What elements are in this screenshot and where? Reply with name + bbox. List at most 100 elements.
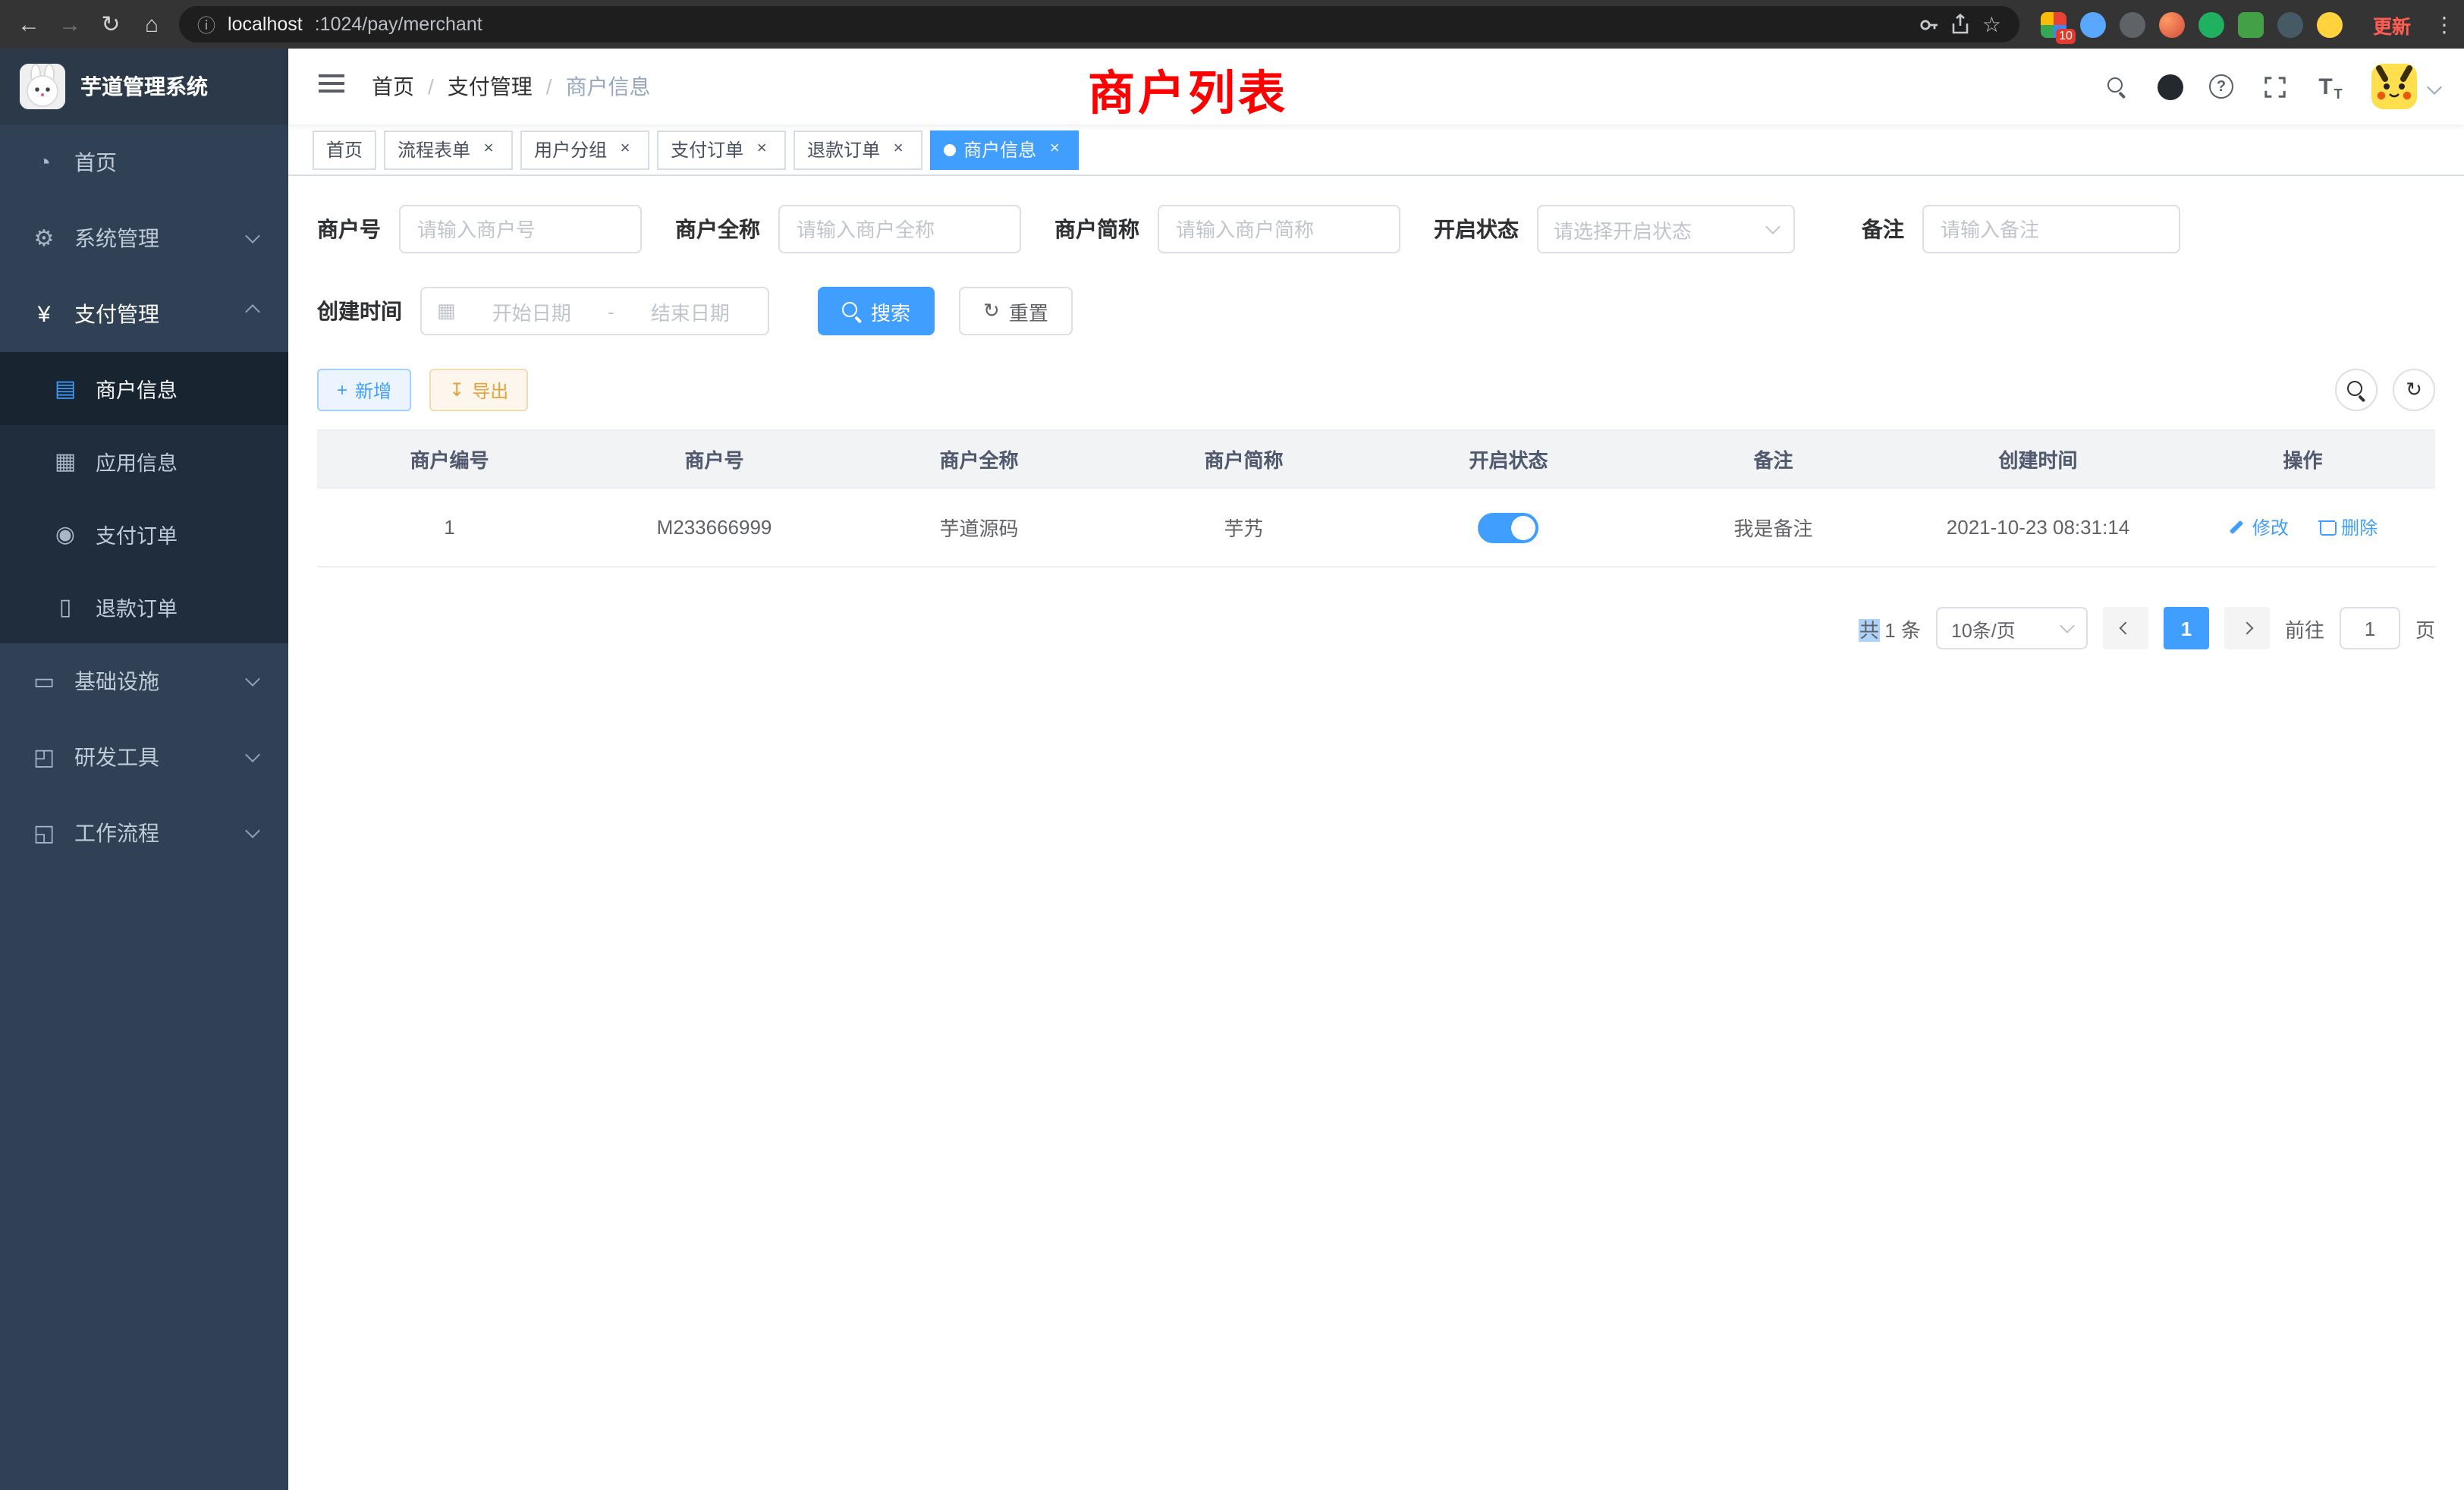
- chevron-right-icon: [2240, 622, 2253, 635]
- password-key-icon[interactable]: [1920, 14, 1940, 34]
- tab-close-icon[interactable]: ×: [478, 139, 499, 160]
- extension-icon[interactable]: [2080, 11, 2106, 37]
- fullscreen-icon[interactable]: [2259, 71, 2290, 102]
- add-button[interactable]: +新增: [317, 369, 411, 411]
- breadcrumb-item-pay[interactable]: 支付管理: [448, 71, 533, 102]
- home-icon[interactable]: ⌂: [138, 13, 165, 36]
- edit-link[interactable]: 修改: [2228, 515, 2289, 541]
- pagination-total: 共 1 条: [1859, 614, 1921, 643]
- sidebar-item-label: 基础设施: [74, 666, 159, 696]
- extension-icon[interactable]: [2120, 11, 2145, 37]
- bookmark-star-icon[interactable]: ☆: [1982, 14, 2001, 35]
- cell-id: 1: [317, 488, 582, 567]
- extension-icon[interactable]: [2159, 11, 2185, 37]
- font-size-glyph-small: T: [2334, 86, 2343, 102]
- extension-icon[interactable]: [2317, 11, 2343, 37]
- screen: ← → ↻ ⌂ ⓘ localhost:1024/pay/merchant ☆ …: [0, 0, 2464, 1490]
- tab-process-form[interactable]: 流程表单×: [384, 130, 513, 169]
- sidebar-item-dev-tools[interactable]: ◰ 研发工具: [0, 719, 288, 795]
- tab-close-icon[interactable]: ×: [614, 139, 636, 160]
- page-button-1[interactable]: 1: [2164, 607, 2209, 649]
- goto-page-input[interactable]: [2340, 607, 2400, 649]
- extension-icon[interactable]: [2238, 11, 2264, 37]
- sidebar-toggle[interactable]: [313, 69, 350, 104]
- col-header-create-time: 创建时间: [1906, 430, 2170, 488]
- filter-row-2: 创建时间 ▦ 开始日期 - 结束日期 搜索 ↻重置: [317, 287, 2435, 335]
- delete-link[interactable]: 删除: [2318, 514, 2378, 540]
- sidebar-subitem-refund-order[interactable]: ▯ 退款订单: [0, 571, 288, 643]
- chevron-down-icon: [245, 228, 260, 244]
- remark-input[interactable]: [1922, 205, 2180, 253]
- tab-refund-order[interactable]: 退款订单×: [794, 130, 922, 169]
- search-icon[interactable]: [2101, 71, 2132, 102]
- browser-menu-icon[interactable]: ⋮: [2434, 14, 2449, 35]
- back-icon[interactable]: ←: [15, 13, 42, 36]
- app-title: 芋道管理系统: [80, 71, 208, 102]
- app-logo[interactable]: 芋道管理系统: [0, 49, 288, 124]
- extension-icon[interactable]: [2198, 11, 2224, 37]
- breadcrumb-item-home[interactable]: 首页: [372, 71, 414, 102]
- tab-pay-order[interactable]: 支付订单×: [657, 130, 786, 169]
- sidebar-item-pay-mgmt[interactable]: ¥ 支付管理: [0, 276, 288, 352]
- help-icon[interactable]: ?: [2209, 74, 2233, 99]
- top-navbar: 首页 / 支付管理 / 商户信息 ? TT: [288, 49, 2464, 124]
- forward-icon[interactable]: →: [56, 13, 83, 36]
- date-range-picker[interactable]: ▦ 开始日期 - 结束日期: [420, 287, 769, 335]
- sidebar-item-home[interactable]: ◔ 首页: [0, 124, 288, 200]
- refresh-icon: ↻: [2406, 378, 2422, 402]
- sidebar-item-workflow[interactable]: ◱ 工作流程: [0, 795, 288, 871]
- chevron-down-icon: [1765, 219, 1780, 234]
- sidebar-subitem-pay-order[interactable]: ◉ 支付订单: [0, 498, 288, 571]
- github-icon[interactable]: [2158, 74, 2183, 99]
- filter-label: 商户简称: [1054, 214, 1139, 244]
- reload-icon[interactable]: ↻: [97, 13, 124, 36]
- gear-icon: ⚙: [30, 225, 58, 252]
- short-name-input[interactable]: [1158, 205, 1400, 253]
- extension-icon[interactable]: [2277, 11, 2303, 37]
- user-avatar[interactable]: [2371, 64, 2417, 109]
- sidebar-item-label: 商户信息: [96, 373, 178, 404]
- refresh-table-button[interactable]: ↻: [2393, 369, 2435, 411]
- cell-create-time: 2021-10-23 08:31:14: [1906, 488, 2170, 567]
- tab-home[interactable]: 首页: [313, 130, 376, 169]
- extensions-puzzle-icon[interactable]: 10: [2041, 11, 2066, 37]
- next-page-button[interactable]: [2224, 607, 2270, 649]
- browser-update-button[interactable]: 更新: [2364, 10, 2420, 39]
- sidebar-item-label: 系统管理: [74, 223, 159, 253]
- toolbox-icon: ◰: [30, 743, 58, 771]
- sidebar-item-infrastructure[interactable]: ▭ 基础设施: [0, 643, 288, 719]
- filter-short-name: 商户简称: [1054, 205, 1400, 253]
- search-button[interactable]: 搜索: [818, 287, 935, 335]
- share-icon[interactable]: [1952, 14, 1970, 35]
- merchant-no-input[interactable]: [399, 205, 642, 253]
- reset-button[interactable]: ↻重置: [959, 287, 1073, 335]
- status-select[interactable]: 请选择开启状态: [1537, 205, 1795, 253]
- sidebar-item-label: 支付管理: [74, 299, 159, 329]
- extensions-area: 10: [2033, 11, 2350, 37]
- sidebar-subitem-app-info[interactable]: ▦ 应用信息: [0, 425, 288, 498]
- tab-user-group[interactable]: 用户分组×: [520, 130, 649, 169]
- font-size-icon[interactable]: TT: [2315, 71, 2346, 102]
- sidebar: 芋道管理系统 ◔ 首页 ⚙ 系统管理 ¥ 支付管理: [0, 49, 288, 1490]
- site-info-icon[interactable]: ⓘ: [197, 11, 215, 37]
- full-name-input[interactable]: [778, 205, 1021, 253]
- plus-icon: +: [337, 379, 347, 401]
- cell-actions: 修改 删除: [2170, 488, 2435, 567]
- tab-merchant-info[interactable]: 商户信息×: [930, 130, 1079, 169]
- page-size-select[interactable]: 10条/页: [1936, 607, 2088, 649]
- sidebar-menu: ◔ 首页 ⚙ 系统管理 ¥ 支付管理 ▤ 商户信息: [0, 124, 288, 1490]
- address-bar[interactable]: ⓘ localhost:1024/pay/merchant ☆: [179, 6, 2019, 42]
- status-toggle[interactable]: [1479, 512, 1539, 542]
- active-tab-dot: [944, 143, 956, 156]
- tab-close-icon[interactable]: ×: [1044, 139, 1065, 160]
- start-date-placeholder[interactable]: 开始日期: [470, 297, 594, 325]
- sidebar-item-system-mgmt[interactable]: ⚙ 系统管理: [0, 200, 288, 276]
- sidebar-subitem-merchant-info[interactable]: ▤ 商户信息: [0, 352, 288, 425]
- tab-close-icon[interactable]: ×: [888, 139, 909, 160]
- merchant-table: 商户编号 商户号 商户全称 商户简称 开启状态 备注 创建时间 操作 1: [317, 429, 2435, 567]
- export-button[interactable]: ↧导出: [429, 369, 528, 411]
- toggle-search-button[interactable]: [2335, 369, 2378, 411]
- tab-close-icon[interactable]: ×: [751, 139, 772, 160]
- prev-page-button[interactable]: [2103, 607, 2148, 649]
- end-date-placeholder[interactable]: 结束日期: [628, 297, 753, 325]
